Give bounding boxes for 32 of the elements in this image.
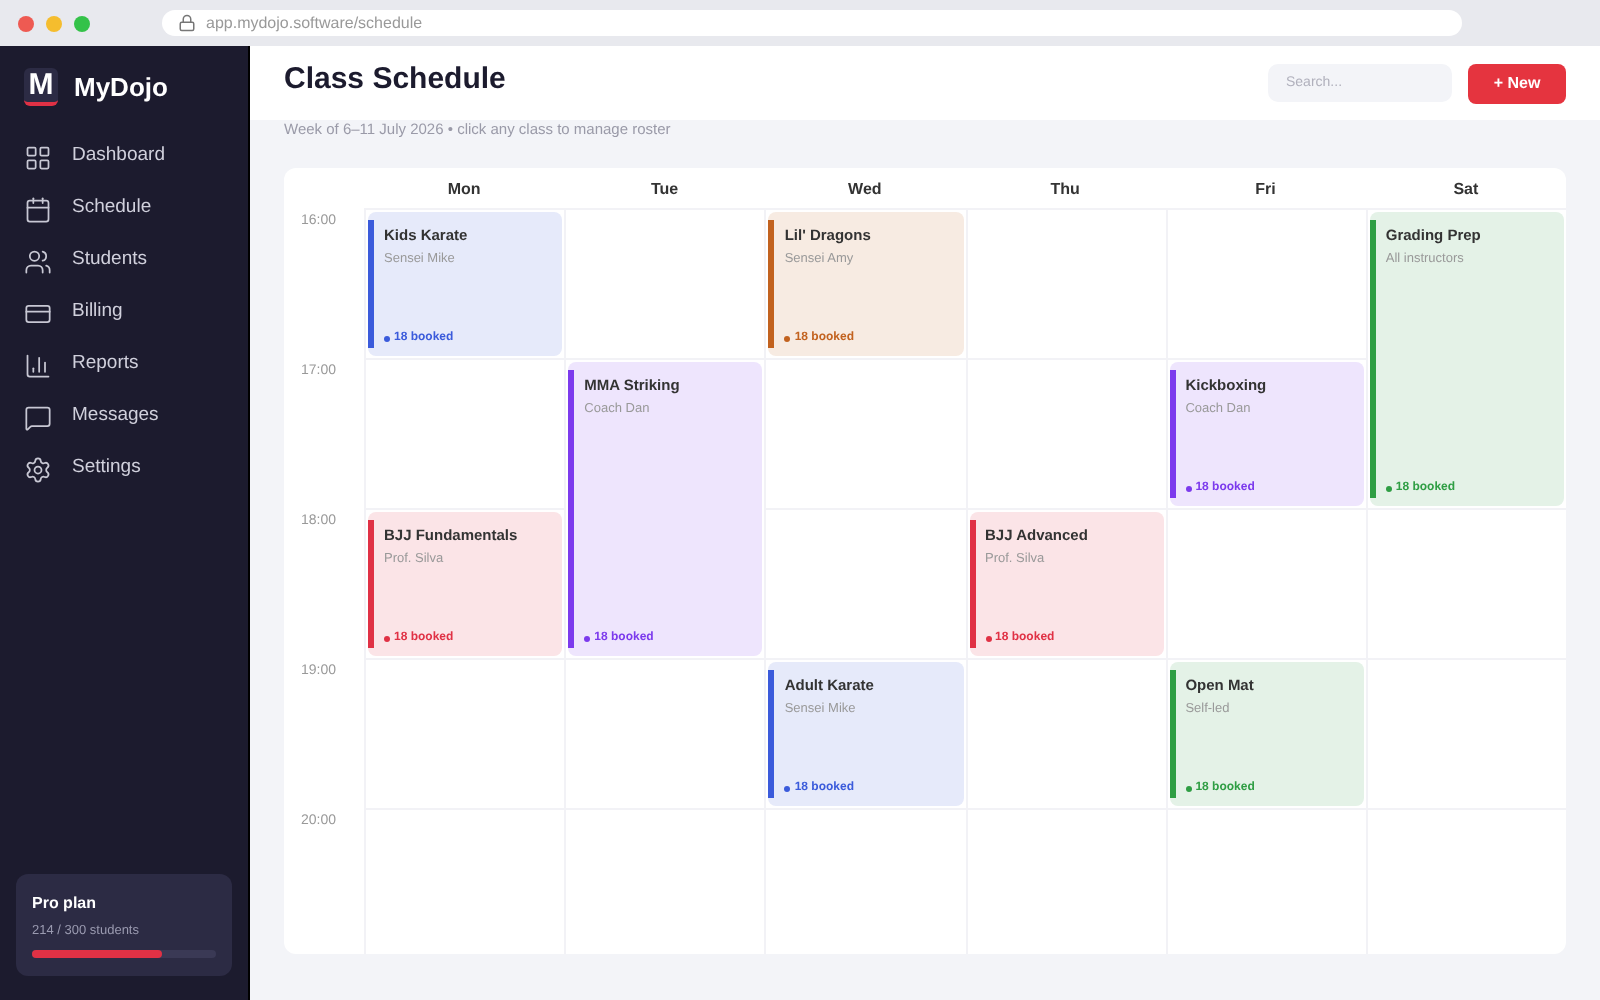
logo-icon: M — [24, 68, 58, 107]
lock-icon — [178, 14, 196, 32]
empty-slot[interactable] — [364, 658, 565, 808]
nav-item[interactable]: Dashboard — [24, 131, 224, 183]
page-title: Class Schedule — [284, 59, 506, 100]
empty-slot[interactable] — [1365, 508, 1566, 658]
day-header: Sat — [1453, 178, 1479, 202]
plan-title: Pro plan — [32, 892, 99, 917]
nav-item[interactable]: Schedule — [24, 183, 224, 235]
credit-card-icon — [24, 299, 52, 327]
message-icon — [24, 403, 52, 431]
nav-item[interactable]: Messages — [24, 391, 224, 443]
calendar-icon — [24, 195, 52, 223]
brand-name: MyDojo — [74, 70, 168, 106]
dashboard-icon — [24, 143, 52, 171]
day-header: Tue — [650, 178, 679, 202]
empty-slot[interactable] — [364, 358, 565, 508]
day-header: Wed — [848, 178, 882, 202]
day-header: Fri — [1255, 178, 1276, 202]
day-header: Thu — [1050, 178, 1080, 202]
empty-slot[interactable] — [764, 358, 966, 508]
nav-item[interactable]: Reports — [24, 339, 224, 391]
nav-item[interactable]: Billing — [24, 287, 224, 339]
new-button[interactable]: + New — [1468, 63, 1566, 103]
nav-item[interactable]: Settings — [24, 443, 224, 495]
bar-chart-icon — [24, 351, 52, 379]
empty-slot[interactable] — [1165, 808, 1366, 954]
empty-slot[interactable] — [764, 808, 966, 954]
day-header: Mon — [447, 178, 481, 202]
settings-icon — [24, 455, 52, 483]
nav-item[interactable]: Students — [24, 235, 224, 287]
users-icon — [24, 247, 52, 275]
